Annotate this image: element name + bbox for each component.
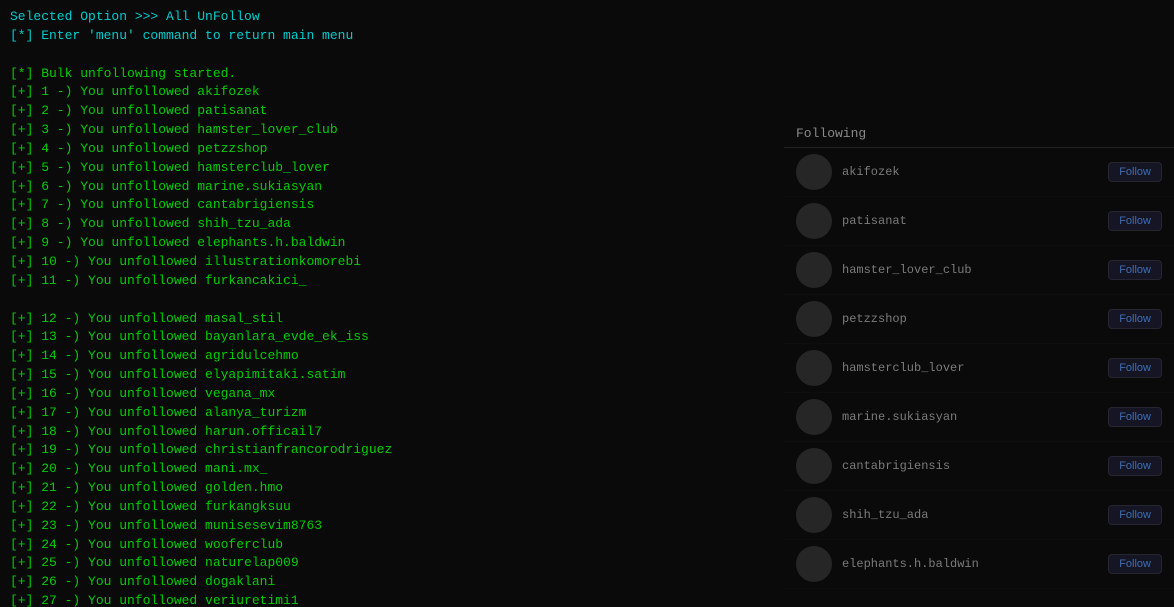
avatar <box>796 399 832 435</box>
panel-username: akifozek <box>842 165 1108 179</box>
panel-row: hamster_lover_clubFollow <box>784 246 1174 295</box>
panel-row: akifozekFollow <box>784 148 1174 197</box>
panel-username: petzzshop <box>842 312 1108 326</box>
right-panel: Following akifozekFollowpatisanatFollowh… <box>784 120 1174 600</box>
spacer1 <box>10 46 1164 65</box>
follow-button[interactable]: Follow <box>1108 260 1162 280</box>
panel-username: elephants.h.baldwin <box>842 557 1108 571</box>
follow-button[interactable]: Follow <box>1108 554 1162 574</box>
panel-username: patisanat <box>842 214 1108 228</box>
avatar <box>796 203 832 239</box>
follow-button[interactable]: Follow <box>1108 162 1162 182</box>
panel-rows: akifozekFollowpatisanatFollowhamster_lov… <box>784 148 1174 589</box>
header-line2: [*] Enter 'menu' command to return main … <box>10 27 1164 46</box>
follow-button[interactable]: Follow <box>1108 505 1162 525</box>
avatar <box>796 154 832 190</box>
follow-button[interactable]: Follow <box>1108 309 1162 329</box>
panel-row: elephants.h.baldwinFollow <box>784 540 1174 589</box>
avatar <box>796 301 832 337</box>
avatar <box>796 252 832 288</box>
log-entry: [+] 2 -) You unfollowed patisanat <box>10 102 1164 121</box>
right-panel-header: Following <box>784 120 1174 148</box>
follow-button[interactable]: Follow <box>1108 456 1162 476</box>
avatar <box>796 448 832 484</box>
avatar <box>796 497 832 533</box>
avatar <box>796 350 832 386</box>
panel-username: hamster_lover_club <box>842 263 1108 277</box>
panel-row: marine.sukiasyanFollow <box>784 393 1174 442</box>
panel-username: cantabrigiensis <box>842 459 1108 473</box>
panel-username: hamsterclub_lover <box>842 361 1108 375</box>
panel-username: shih_tzu_ada <box>842 508 1108 522</box>
log-entry: [+] 1 -) You unfollowed akifozek <box>10 83 1164 102</box>
terminal-window: Selected Option >>> All UnFollow [*] Ent… <box>0 0 1174 607</box>
panel-row: hamsterclub_loverFollow <box>784 344 1174 393</box>
panel-row: petzzshopFollow <box>784 295 1174 344</box>
follow-button[interactable]: Follow <box>1108 407 1162 427</box>
panel-username: marine.sukiasyan <box>842 410 1108 424</box>
follow-button[interactable]: Follow <box>1108 358 1162 378</box>
panel-row: patisanatFollow <box>784 197 1174 246</box>
avatar <box>796 546 832 582</box>
panel-row: cantabrigiensisFollow <box>784 442 1174 491</box>
header-line1: Selected Option >>> All UnFollow <box>10 8 1164 27</box>
follow-button[interactable]: Follow <box>1108 211 1162 231</box>
bulk-start: [*] Bulk unfollowing started. <box>10 65 1164 84</box>
panel-row: shih_tzu_adaFollow <box>784 491 1174 540</box>
